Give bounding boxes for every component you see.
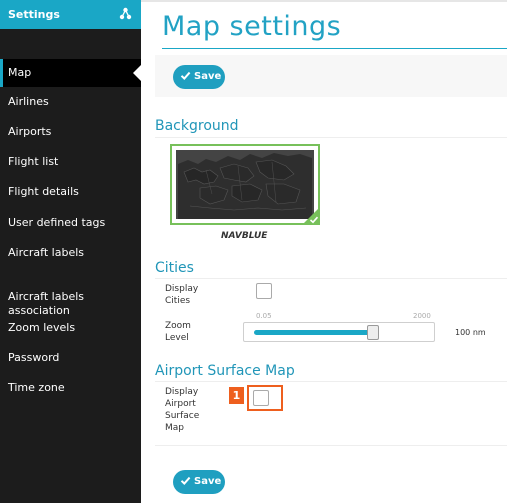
sidebar-item-label: Zoom levels xyxy=(8,321,76,334)
save-button-label: Save xyxy=(194,476,222,487)
sidebar-item-label: Time zone xyxy=(8,381,65,394)
save-button-label: Save xyxy=(194,71,222,82)
save-button-bottom[interactable]: Save xyxy=(173,470,225,494)
sidebar-item-label: Password xyxy=(8,351,60,364)
sidebar-title: Settings xyxy=(8,8,60,21)
map-option-label: NAVBLUE xyxy=(221,231,268,241)
background-section-title: Background xyxy=(155,118,239,134)
sidebar-item-label: User defined tags xyxy=(8,216,106,229)
sidebar-item-label: Flight details xyxy=(8,185,79,198)
sidebar-item-label: Airports xyxy=(8,125,52,138)
sidebar-item-airlines[interactable]: Airlines xyxy=(0,95,141,109)
zoom-level-slider[interactable] xyxy=(243,322,435,342)
sidebar-item-label: Aircraft labels association xyxy=(8,290,84,317)
cities-section-title: Cities xyxy=(155,260,194,276)
sidebar-item-flight-list[interactable]: Flight list xyxy=(0,155,141,169)
map-preview-image xyxy=(176,150,314,219)
section-divider xyxy=(155,445,507,446)
app-window: Settings Map Airlines Airports Flight li… xyxy=(0,0,507,503)
zoom-max-label: 2000 xyxy=(413,312,431,320)
top-divider xyxy=(141,0,507,2)
sidebar-item-flight-details[interactable]: Flight details xyxy=(0,185,141,199)
sidebar-item-label: Flight list xyxy=(8,155,59,168)
sidebar-item-aircraft-labels-association[interactable]: Aircraft labels association xyxy=(0,276,141,318)
sidebar-item-label: Airlines xyxy=(8,95,49,108)
sidebar: Settings Map Airlines Airports Flight li… xyxy=(0,0,142,503)
zoom-value-readout: 100 nm xyxy=(455,328,486,337)
title-divider xyxy=(162,48,507,49)
display-cities-label: Display Cities xyxy=(165,284,199,306)
sidebar-item-map[interactable]: Map xyxy=(0,59,142,87)
zoom-slider-fill xyxy=(254,330,370,335)
display-airport-surface-label: Display Airport Surface Map xyxy=(165,387,200,433)
section-divider xyxy=(155,381,507,382)
section-divider xyxy=(155,278,507,279)
airport-surface-section-title: Airport Surface Map xyxy=(155,363,295,379)
sidebar-item-label: Map xyxy=(8,66,32,79)
map-background-option[interactable] xyxy=(170,144,320,225)
check-icon xyxy=(180,71,191,80)
display-airport-surface-checkbox[interactable] xyxy=(253,390,269,406)
sidebar-item-password[interactable]: Password xyxy=(0,351,141,365)
zoom-level-label: Zoom Level xyxy=(165,321,191,343)
sidebar-item-aircraft-labels[interactable]: Aircraft labels xyxy=(0,246,141,260)
step-marker-badge: 1 xyxy=(229,387,244,404)
display-cities-checkbox[interactable] xyxy=(256,283,272,299)
zoom-slider-handle[interactable] xyxy=(367,325,379,340)
sidebar-item-zoom-levels[interactable]: Zoom levels xyxy=(0,321,141,335)
main-panel: Map settings Save Background NAVBLUE Cit… xyxy=(141,0,507,503)
zoom-min-label: 0.05 xyxy=(256,312,272,320)
sidebar-item-label: Aircraft labels xyxy=(8,246,84,259)
sidebar-item-time-zone[interactable]: Time zone xyxy=(0,381,141,395)
selected-check-icon xyxy=(302,207,320,225)
check-icon xyxy=(180,476,191,485)
sidebar-header: Settings xyxy=(0,0,141,29)
sidebar-item-airports[interactable]: Airports xyxy=(0,125,141,139)
page-title: Map settings xyxy=(162,11,342,42)
section-divider xyxy=(155,137,507,138)
save-button[interactable]: Save xyxy=(173,65,225,89)
map-thumbnail xyxy=(176,150,314,219)
tree-structure-icon[interactable] xyxy=(119,7,132,20)
sidebar-item-user-defined-tags[interactable]: User defined tags xyxy=(0,216,141,230)
